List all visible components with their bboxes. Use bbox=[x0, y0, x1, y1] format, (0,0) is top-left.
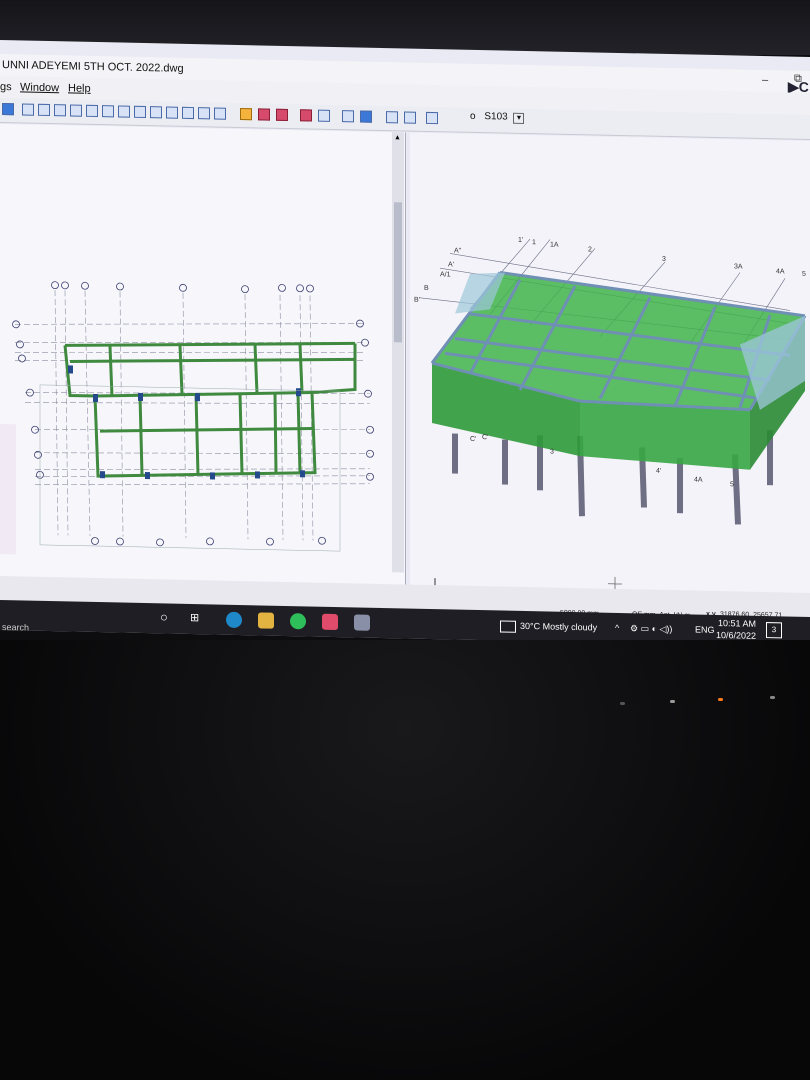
indicator-led bbox=[770, 696, 775, 699]
footing-tool-icon[interactable] bbox=[182, 106, 194, 120]
text-tool-icon[interactable] bbox=[166, 106, 178, 119]
whatsapp-icon[interactable] bbox=[290, 613, 306, 630]
opening-tool-icon[interactable] bbox=[102, 105, 114, 118]
plan-view-pane[interactable]: 4 ▲ bbox=[0, 124, 406, 621]
indicator-led bbox=[620, 702, 625, 705]
report-tool-icon[interactable] bbox=[300, 109, 312, 122]
plan-scroll-thumb[interactable] bbox=[394, 202, 402, 343]
beam-tool-icon[interactable] bbox=[38, 103, 50, 117]
analysis-tool-icon[interactable] bbox=[240, 108, 252, 121]
model-3d-pane[interactable]: ✕ A'' A' A/1 B B' 1' 1 1A 2 3 3A 4A 5 C'… bbox=[410, 132, 810, 619]
slab-tool-icon[interactable] bbox=[86, 104, 98, 118]
notification-icon[interactable]: 3 bbox=[766, 622, 782, 639]
support-tool-icon[interactable] bbox=[214, 107, 226, 120]
grid-label-3-bottom: 3 bbox=[550, 448, 554, 456]
plan-drawing bbox=[0, 124, 392, 621]
menu-item-drawings[interactable]: gs bbox=[0, 81, 12, 93]
select-tool-icon[interactable] bbox=[2, 103, 14, 116]
cortana-icon[interactable]: ○ bbox=[160, 609, 168, 624]
grid-label-3a: 3A bbox=[734, 263, 743, 271]
task-view-icon[interactable]: ⊞ bbox=[190, 611, 199, 624]
grid-label-4a-bottom: 4A bbox=[694, 476, 703, 484]
wall-tool-icon[interactable] bbox=[70, 104, 82, 117]
view-split-icon[interactable] bbox=[404, 111, 416, 124]
line-tool-icon[interactable] bbox=[22, 103, 34, 116]
grid-label-a2: A'' bbox=[454, 247, 462, 255]
scroll-up-icon[interactable]: ▲ bbox=[394, 134, 401, 141]
dimension-tool-icon[interactable] bbox=[134, 105, 146, 119]
design-tool-icon[interactable] bbox=[276, 108, 288, 122]
storey-list-icon[interactable] bbox=[426, 111, 438, 125]
power-led bbox=[718, 698, 723, 701]
table-tool-icon[interactable] bbox=[318, 109, 330, 122]
file-explorer-icon[interactable] bbox=[258, 612, 274, 629]
grid-label-2: 2 bbox=[588, 246, 592, 254]
chevron-down-icon[interactable]: ▼ bbox=[513, 112, 525, 124]
storey-combo[interactable]: o S103 ▼ bbox=[470, 110, 525, 124]
clock-time[interactable]: 10:51 AM bbox=[718, 618, 756, 629]
grid-label-1a: 1A bbox=[550, 241, 559, 249]
menu-item-help[interactable]: Help bbox=[68, 82, 91, 94]
autocad-icon[interactable] bbox=[322, 613, 338, 631]
layer-tool-icon[interactable] bbox=[360, 110, 372, 123]
weather-text[interactable]: 30°C Mostly cloudy bbox=[520, 621, 597, 633]
grid-tool-icon[interactable] bbox=[342, 110, 354, 123]
load-tool-icon[interactable] bbox=[198, 107, 210, 120]
grid-label-1: 1 bbox=[532, 239, 536, 247]
grid-label-1p: 1' bbox=[518, 236, 524, 244]
grid-label-4p: 4' bbox=[656, 467, 662, 475]
reinforcement-tool-icon[interactable] bbox=[258, 108, 270, 121]
grid-label-a1: A' bbox=[448, 261, 455, 269]
minimize-button[interactable]: – bbox=[762, 74, 768, 86]
grid-label-5: 5 bbox=[802, 270, 806, 278]
grid-label-b: B bbox=[424, 284, 429, 292]
grid-label-5-bottom: 5 bbox=[730, 481, 734, 489]
screen: UNNI ADEYEMI 5TH OCT. 2022.dwg – ⧉ ▶C gs… bbox=[0, 40, 810, 647]
grid-label-a-slash-1: A/1 bbox=[440, 271, 451, 279]
column-tool-icon[interactable] bbox=[54, 104, 66, 117]
language-indicator[interactable]: ENG bbox=[695, 625, 715, 635]
tray-icons[interactable]: ⚙ ▭ ◐ ◁)) bbox=[630, 623, 672, 635]
hatch-tool-icon[interactable] bbox=[150, 106, 162, 119]
plan-vertical-scrollbar[interactable]: ▲ bbox=[392, 132, 404, 573]
edge-icon[interactable] bbox=[226, 611, 242, 629]
grid-label-3: 3 bbox=[662, 255, 666, 263]
storey-value: S103 bbox=[484, 111, 508, 123]
chevron-up-icon[interactable]: ^ bbox=[615, 623, 619, 633]
laptop-keyboard-area bbox=[0, 640, 810, 1080]
search-box[interactable]: search bbox=[2, 622, 29, 633]
grid-label-c2: C' bbox=[482, 434, 489, 442]
grid-label-c1: C' bbox=[470, 435, 477, 443]
indicator-led bbox=[670, 700, 675, 703]
storey-prefix: o bbox=[470, 110, 476, 122]
model-3d-drawing: ✕ bbox=[410, 132, 810, 619]
menu-item-window[interactable]: Window bbox=[20, 81, 59, 94]
prokon-icon[interactable] bbox=[354, 614, 370, 631]
stair-tool-icon[interactable] bbox=[118, 105, 130, 118]
grid-label-4a: 4A bbox=[776, 268, 785, 276]
grid-label-b1: B' bbox=[414, 296, 421, 304]
window-title: UNNI ADEYEMI 5TH OCT. 2022.dwg bbox=[2, 59, 184, 75]
view-single-icon[interactable] bbox=[386, 111, 398, 124]
weather-icon[interactable] bbox=[500, 620, 516, 633]
